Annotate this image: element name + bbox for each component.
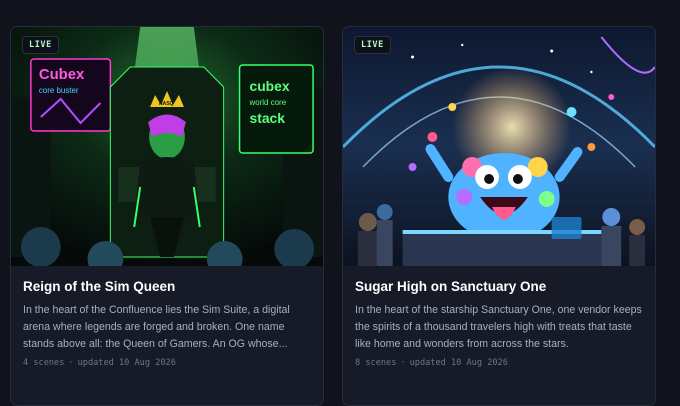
meta-separator: · [68, 358, 74, 368]
card-meta: 8 scenes · updated 10 Aug 2026 [355, 358, 508, 368]
card-description: In the heart of the starship Sanctuary O… [355, 304, 642, 350]
updated-date: updated 10 Aug 2026 [77, 358, 176, 368]
sign-right-subtext: world core [248, 98, 286, 107]
sign-left-text: Cubex [39, 66, 85, 83]
sign-right-text: cubex [249, 78, 289, 94]
sign-left-subtext: core buster [39, 86, 79, 95]
updated-date: updated 10 Aug 2026 [409, 358, 508, 368]
card-image-sugar-high [343, 27, 655, 266]
scene-count: 8 scenes [355, 358, 397, 368]
crown-text: NASQ [159, 101, 173, 107]
card-meta: 4 scenes · updated 10 Aug 2026 [23, 358, 176, 368]
card-title[interactable]: Reign of the Sim Queen [23, 279, 315, 294]
live-badge: LIVE [22, 36, 59, 54]
sign-right-stack-text: stack [249, 110, 285, 126]
live-badge: LIVE [354, 36, 391, 54]
story-card-sim-queen[interactable]: Cubex core buster cubex world core stack… [10, 26, 324, 406]
card-image-sim-queen: Cubex core buster cubex world core stack… [11, 27, 323, 266]
meta-separator: · [400, 358, 406, 368]
scene-count: 4 scenes [23, 358, 65, 368]
card-title[interactable]: Sugar High on Sanctuary One [355, 279, 647, 294]
card-description: In the heart of the Confluence lies the … [23, 304, 290, 350]
story-card-sugar-high[interactable]: LIVE Sugar High on Sanctuary One In the … [342, 26, 656, 406]
